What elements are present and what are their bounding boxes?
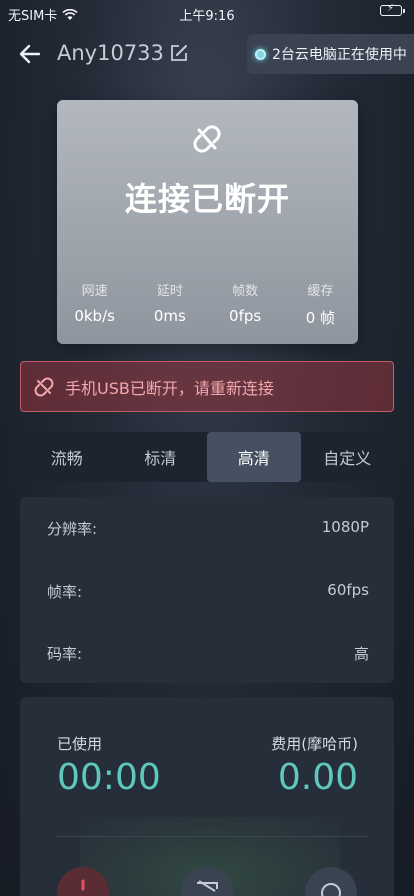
screen-off-button[interactable]: [181, 867, 233, 896]
framerate-row: 帧率: 60fps: [47, 581, 369, 602]
tab-custom[interactable]: 自定义: [301, 432, 395, 482]
quality-tabs: 流畅 标清 高清 自定义: [20, 432, 394, 482]
resolution-value: 1080P: [321, 518, 369, 536]
status-dot-icon: [255, 48, 266, 60]
bitrate-label: 码率:: [47, 645, 83, 663]
stream-settings-panel: 分辨率: 1080P 帧率: 60fps 码率: 高: [20, 497, 394, 683]
resolution-label: 分辨率:: [47, 520, 98, 538]
pc-usage-badge[interactable]: 2台云电脑正在使用中: [247, 34, 414, 74]
bitrate-value: 高: [353, 645, 369, 663]
stats-row: 网速 0kb/s 延时 0ms 帧数 0fps 缓存 0 帧: [57, 280, 358, 328]
status-bar: 无SIM卡 上午9:16 ⚡: [0, 0, 414, 26]
broken-link-icon: [193, 125, 221, 153]
bitrate-row: 码率: 高: [47, 643, 369, 664]
power-button[interactable]: [57, 867, 109, 896]
usb-disconnected-alert[interactable]: 手机USB已断开，请重新连接: [20, 361, 394, 412]
resolution-row: 分辨率: 1080P: [47, 518, 369, 539]
stat-latency: 延时 0ms: [153, 284, 186, 325]
connection-status-title: 连接已断开: [124, 180, 290, 218]
usage-panel: 已使用 00:00 费用(摩哈币) 0.00: [20, 697, 394, 896]
cost-value: 0.00: [277, 757, 358, 798]
page-title: Any10733: [57, 41, 188, 65]
cost-label: 费用(摩哈币): [271, 735, 358, 753]
back-arrow-icon[interactable]: [16, 40, 44, 68]
device-name: Any10733: [57, 41, 164, 65]
clock: 上午9:16: [179, 9, 235, 24]
stat-speed: 网速 0kb/s: [74, 284, 115, 325]
stat-buffer: 缓存 0 帧: [305, 284, 336, 327]
pc-usage-text: 2台云电脑正在使用中: [272, 47, 407, 63]
tab-high[interactable]: 高清: [207, 432, 301, 482]
alert-text: 手机USB已断开，请重新连接: [65, 378, 274, 398]
framerate-value: 60fps: [327, 581, 369, 599]
emoji-button[interactable]: [305, 867, 357, 896]
used-time-value: 00:00: [57, 757, 161, 798]
divider: [57, 836, 367, 837]
power-icon: [81, 879, 85, 891]
broken-link-icon: [34, 377, 54, 396]
tab-smooth[interactable]: 流畅: [20, 432, 114, 482]
face-icon: [321, 883, 341, 896]
stat-framerate: 帧数 0fps: [229, 284, 262, 325]
edit-icon[interactable]: [170, 44, 188, 62]
connection-status-card: 连接已断开 网速 0kb/s 延时 0ms 帧数 0fps 缓存 0 帧: [57, 100, 358, 344]
tab-standard[interactable]: 标清: [114, 432, 208, 482]
used-time-label: 已使用: [57, 735, 103, 753]
framerate-label: 帧率:: [47, 583, 83, 601]
battery-icon: ⚡: [380, 3, 405, 20]
screen-off-icon: [197, 880, 218, 892]
